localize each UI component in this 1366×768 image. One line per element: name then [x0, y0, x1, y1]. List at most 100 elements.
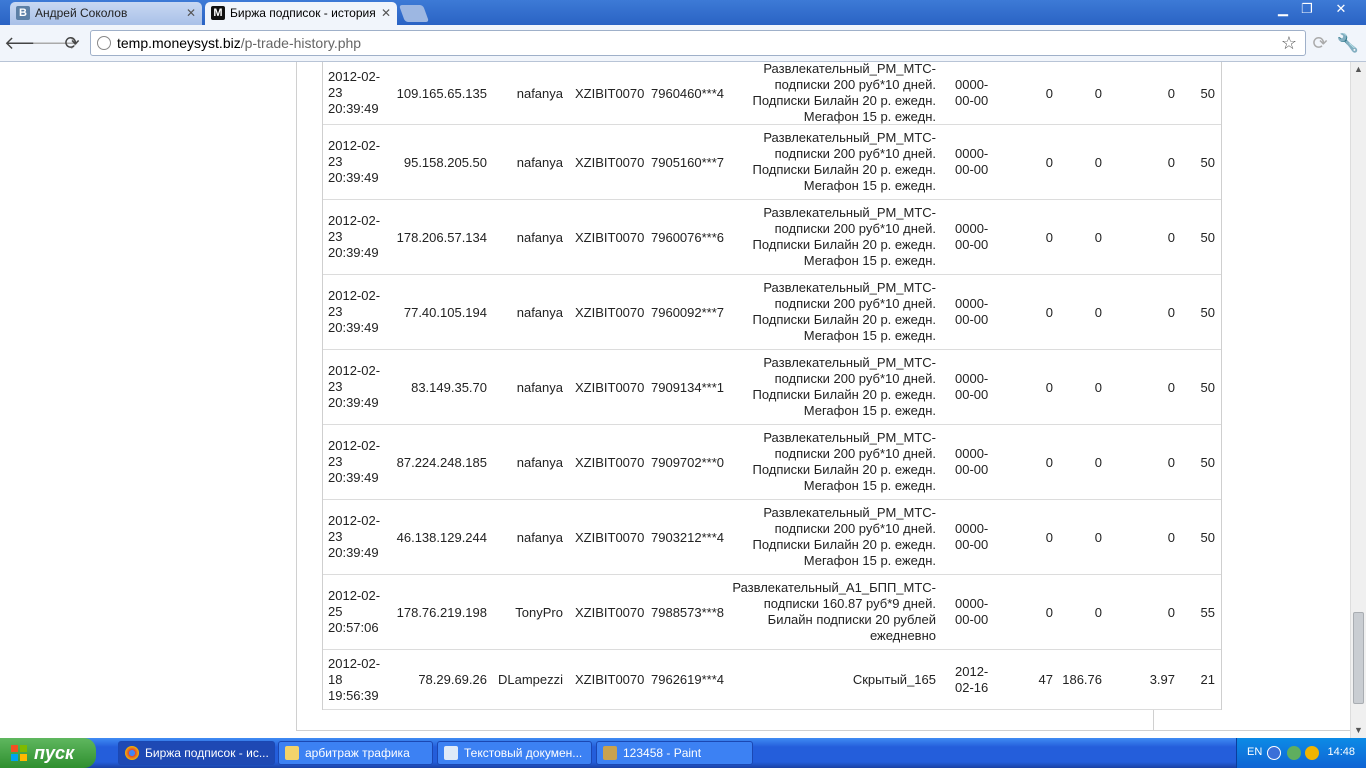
- cell-date: 2012-02-23 20:39:49: [328, 138, 381, 185]
- cell-user: nafanya: [516, 379, 563, 395]
- cell-phone: 7909702***0: [651, 454, 725, 470]
- chrome-icon: [125, 746, 139, 760]
- cell-date2: 0000-00-00: [955, 221, 989, 252]
- cell-date: 2012-02-23 20:39:49: [328, 438, 381, 485]
- cell-value: 3.97: [1149, 672, 1175, 687]
- start-button[interactable]: пуск: [0, 738, 96, 768]
- table-row: 2012-02-23 20:39:49 46.138.129.244 nafanya…: [323, 500, 1221, 575]
- task-label: Текстовый докумен...: [464, 746, 583, 760]
- cell-ip: 178.206.57.134: [396, 229, 487, 245]
- taskbar-item-notepad[interactable]: Текстовый докумен...: [437, 741, 592, 765]
- cell-amount: 0: [1094, 604, 1102, 620]
- cell-user: nafanya: [516, 529, 563, 545]
- cell-phone: 7960092***7: [651, 304, 725, 320]
- clock: 14:48: [1327, 746, 1355, 758]
- cell-date2: 0000-00-00: [955, 146, 989, 177]
- cell-code: XZIBIT0070: [575, 454, 645, 470]
- table-row: 2012-02-23 20:39:49 77.40.105.194 nafanya X…: [323, 275, 1221, 350]
- table-row: 2012-02-23 20:39:49 87.224.248.185 nafanya…: [323, 425, 1221, 500]
- cell-user: nafanya: [516, 304, 563, 320]
- cell-amount: 0: [1094, 454, 1102, 470]
- taskbar-item-paint[interactable]: 123458 - Paint: [596, 741, 753, 765]
- tab-moneysyst[interactable]: M Биржа подписок - история сд ✕: [205, 2, 397, 25]
- cell-date: 2012-02-23 20:39:49: [328, 213, 381, 260]
- back-arrow-icon[interactable]: 🡐: [4, 31, 52, 55]
- taskbar-item-chrome[interactable]: Биржа подписок - ис...: [118, 741, 275, 765]
- vertical-scrollbar[interactable]: ▲ ▼: [1350, 62, 1366, 738]
- cell-date: 2012-02-18 19:56:39: [328, 655, 381, 703]
- cell-total: 21: [1200, 672, 1215, 687]
- cell-amount: 0: [1094, 85, 1102, 101]
- language-indicator[interactable]: EN: [1247, 746, 1262, 758]
- wrench-icon[interactable]: 🔧: [1336, 31, 1360, 55]
- windows-logo-icon: [11, 745, 27, 761]
- cell-user: nafanya: [516, 154, 563, 170]
- reload-icon[interactable]: ⟳: [60, 31, 84, 55]
- minimize-icon[interactable]: ▁: [1270, 0, 1296, 18]
- maximize-icon[interactable]: ❐: [1294, 0, 1320, 18]
- task-label: Биржа подписок - ис...: [145, 746, 269, 760]
- warning-icon[interactable]: [1305, 746, 1319, 760]
- cell-value: 0: [1167, 529, 1175, 545]
- cell-description: Развлекательный_РМ_МТС-подписки 200 руб*…: [752, 505, 936, 568]
- address-bar[interactable]: temp.moneysyst.biz/p-trade-history.php ☆: [90, 30, 1306, 56]
- cell-date: 2012-02-25 20:57:06: [328, 588, 381, 635]
- cell-date: 2012-02-23 20:39:49: [328, 69, 381, 116]
- cell-count: 47: [1038, 672, 1053, 687]
- vk-icon: В: [16, 6, 30, 20]
- browser-tab-strip: В Андрей Соколов ✕ M Биржа подписок - ис…: [0, 0, 1366, 25]
- cell-phone: 7960460***4: [651, 85, 725, 101]
- cell-value: 0: [1167, 604, 1175, 620]
- new-tab-button[interactable]: [398, 5, 430, 22]
- cell-date2: 0000-00-00: [955, 296, 989, 327]
- cell-code: XZIBIT0070: [575, 379, 645, 395]
- cell-description: Скрытый_165: [852, 671, 936, 687]
- bookmark-star-icon[interactable]: ☆: [1281, 33, 1297, 53]
- cell-code: XZIBIT0070: [575, 672, 645, 687]
- cell-description: Развлекательный_РМ_МТС-подписки 200 руб*…: [752, 62, 936, 124]
- cell-total: 50: [1200, 454, 1215, 470]
- cell-date: 2012-02-23 20:39:49: [328, 288, 381, 335]
- cell-ip: 46.138.129.244: [396, 529, 487, 545]
- cell-count: 0: [1045, 529, 1053, 545]
- cell-code: XZIBIT0070: [575, 85, 645, 101]
- cell-code: XZIBIT0070: [575, 604, 645, 620]
- forward-arrow-icon[interactable]: 🡒: [31, 31, 79, 55]
- cell-code: XZIBIT0070: [575, 229, 645, 245]
- tray-arrow-icon[interactable]: [1267, 746, 1281, 760]
- network-icon[interactable]: [1287, 746, 1301, 760]
- taskbar-item-folder[interactable]: арбитраж трафика: [278, 741, 433, 765]
- scroll-down-icon[interactable]: ▼: [1351, 723, 1366, 738]
- cell-ip: 78.29.69.26: [418, 672, 487, 687]
- scroll-thumb[interactable]: [1353, 612, 1364, 704]
- cell-total: 50: [1200, 154, 1215, 170]
- cell-description: Развлекательный_РМ_МТС-подписки 200 руб*…: [752, 205, 936, 268]
- cell-value: 0: [1167, 379, 1175, 395]
- close-icon[interactable]: ✕: [186, 2, 196, 24]
- tab-vk[interactable]: В Андрей Соколов ✕: [10, 2, 202, 25]
- start-label: пуск: [34, 743, 75, 763]
- cell-date2: 0000-00-00: [955, 596, 989, 627]
- extension-icon[interactable]: ⟳: [1308, 31, 1332, 55]
- cell-count: 0: [1045, 85, 1053, 101]
- folder-icon: [285, 746, 299, 760]
- close-icon[interactable]: ✕: [381, 2, 391, 24]
- cell-date2: 0000-00-00: [955, 521, 989, 552]
- cell-total: 50: [1200, 85, 1215, 101]
- tab-title: Биржа подписок - история сд: [230, 6, 377, 20]
- cell-phone: 7903212***4: [651, 529, 725, 545]
- window-close-icon[interactable]: ✕: [1328, 0, 1354, 18]
- cell-user: DLampezzi: [497, 672, 563, 687]
- table-row: 2012-02-25 20:57:06 178.76.219.198 TonyPro…: [323, 575, 1221, 650]
- scroll-up-icon[interactable]: ▲: [1351, 62, 1366, 77]
- cell-date2: 0000-00-00: [955, 446, 989, 477]
- cell-phone: 7988573***8: [651, 604, 725, 620]
- task-label: 123458 - Paint: [623, 746, 702, 760]
- table-row: 2012-02-23 20:39:49 109.165.65.135 nafanya…: [323, 62, 1221, 125]
- cell-total: 50: [1200, 229, 1215, 245]
- cell-date2: 0000-00-00: [955, 77, 989, 108]
- table-row: 2012-02-23 20:39:49 178.206.57.134 nafanya…: [323, 200, 1221, 275]
- cell-user: TonyPro: [515, 604, 563, 620]
- cell-ip: 178.76.219.198: [396, 604, 487, 620]
- url-text[interactable]: temp.moneysyst.biz/p-trade-history.php: [117, 31, 361, 55]
